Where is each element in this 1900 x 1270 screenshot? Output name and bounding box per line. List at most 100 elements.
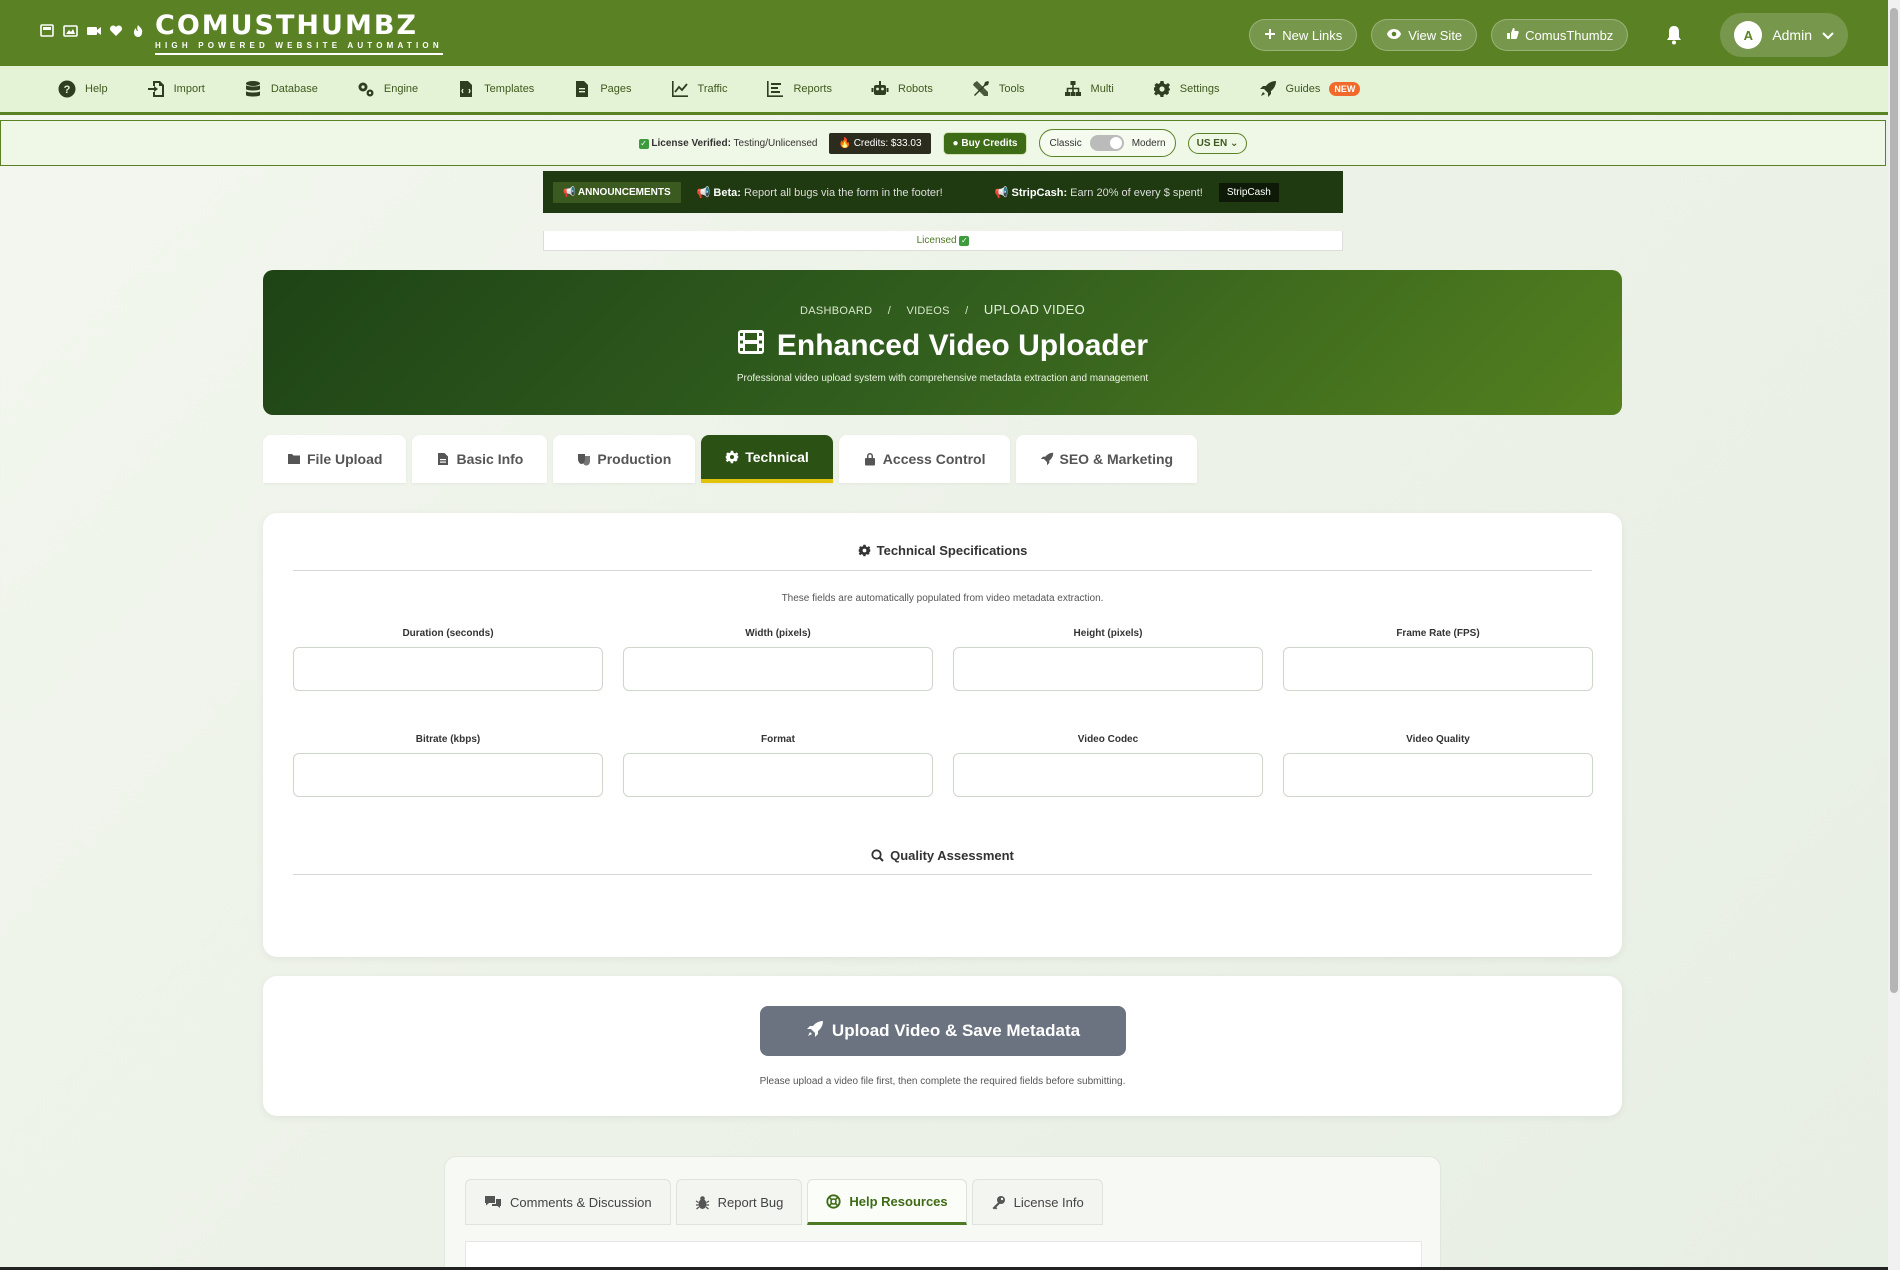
nav-item-guides[interactable]: Guides NEW: [1259, 80, 1361, 98]
eye-icon: [1386, 28, 1402, 43]
bitrate-field: Bitrate (kbps): [293, 734, 603, 797]
gears-icon: [358, 82, 374, 97]
width-field: Width (pixels): [623, 628, 933, 691]
frame-rate-input[interactable]: [1283, 647, 1593, 691]
breadcrumb-dashboard[interactable]: DASHBOARD: [800, 305, 872, 317]
width-input[interactable]: [623, 647, 933, 691]
nav-item-multi[interactable]: Multi: [1064, 80, 1114, 98]
admin-label: Admin: [1772, 27, 1812, 43]
nav-item-engine[interactable]: Engine: [357, 80, 418, 98]
nav-item-pages[interactable]: Pages: [573, 80, 632, 98]
tab-help-resources[interactable]: Help Resources: [807, 1179, 967, 1225]
format-input[interactable]: [623, 753, 933, 797]
layout-switch[interactable]: [1089, 135, 1124, 151]
megaphone-icon: 📢: [563, 186, 576, 198]
tab-label: Help Resources: [849, 1193, 948, 1209]
tab-label: Report Bug: [717, 1194, 784, 1210]
reports-icon: [767, 81, 784, 97]
admin-menu[interactable]: A Admin: [1720, 13, 1848, 57]
tab-access-control[interactable]: Access Control: [838, 435, 1010, 483]
nav-label-engine: Engine: [383, 83, 419, 95]
comusthumbz-button[interactable]: ComusThumbz: [1491, 19, 1629, 51]
tools-icon: [972, 81, 989, 96]
video-quality-input[interactable]: [1283, 753, 1593, 797]
chevron-down-icon: ⌄: [1229, 137, 1239, 149]
language-select[interactable]: US EN ⌄: [1187, 132, 1248, 154]
tab-basic-info[interactable]: Basic Info: [412, 435, 548, 483]
tab-label: Technical: [745, 449, 809, 465]
duration-input[interactable]: [293, 647, 603, 691]
beta-announcement: 📢 Beta: Report all bugs via the form in …: [697, 186, 943, 199]
bell-icon[interactable]: [1662, 23, 1686, 47]
nav-item-reports[interactable]: Reports: [766, 80, 832, 98]
coin-icon: 🔥: [838, 137, 851, 149]
license-status: ✓ License Verified: Testing/Unlicensed: [638, 137, 818, 149]
tab-report-bug[interactable]: Report Bug: [675, 1179, 803, 1225]
video-camera-icon: [86, 24, 101, 38]
heart-icon: [109, 24, 124, 38]
thumbs-up-icon: [1506, 27, 1519, 43]
height-field: Height (pixels): [953, 628, 1263, 691]
duration-field: Duration (seconds): [293, 628, 603, 691]
footer-tab-content: [465, 1241, 1422, 1270]
license-verified-label: License Verified:: [651, 137, 731, 149]
height-input[interactable]: [953, 647, 1263, 691]
nav-item-database[interactable]: Database: [244, 80, 318, 98]
nav-label-templates: Templates: [484, 83, 535, 95]
tab-license-info[interactable]: License Info: [971, 1179, 1103, 1225]
tab-technical[interactable]: Technical: [701, 435, 833, 483]
database-icon: [245, 81, 260, 97]
tab-comments[interactable]: Comments & Discussion: [465, 1179, 671, 1225]
breadcrumb-videos[interactable]: VIDEOS: [906, 305, 949, 317]
nav-item-tools[interactable]: Tools: [972, 80, 1025, 98]
page-title-text: Enhanced Video Uploader: [776, 329, 1149, 362]
license-verified-value: Testing/Unlicensed: [733, 137, 818, 149]
tab-label: File Upload: [307, 451, 383, 467]
technical-specs-title: Technical Specifications: [293, 543, 1592, 558]
view-site-button[interactable]: View Site: [1371, 19, 1478, 51]
new-links-button[interactable]: New Links: [1249, 19, 1358, 51]
film-icon: [737, 329, 765, 363]
nav-item-templates[interactable]: Templates: [457, 80, 534, 98]
search-icon: [871, 849, 884, 862]
nav-item-robots[interactable]: Robots: [871, 80, 933, 98]
gear-icon: [726, 450, 739, 464]
template-icon: [460, 81, 473, 97]
quality-assessment-title-text: Quality Assessment: [890, 848, 1014, 863]
upload-tabs: File Upload Basic Info Production Techni…: [263, 435, 1198, 483]
nav-item-traffic[interactable]: Traffic: [671, 80, 727, 98]
upload-video-label: Upload Video & Save Metadata: [831, 1021, 1081, 1040]
submit-note: Please upload a video file first, then c…: [759, 1076, 1126, 1087]
scrollbar-thumb[interactable]: [1890, 8, 1898, 993]
import-icon: [147, 81, 164, 97]
tab-seo-marketing[interactable]: SEO & Marketing: [1015, 435, 1198, 483]
tab-label: Comments & Discussion: [510, 1194, 652, 1210]
chevron-down-icon: [1822, 27, 1834, 43]
gear-icon: [858, 544, 870, 557]
brand-logo[interactable]: COMUSTHUMBZ HIGH POWERED WEBSITE AUTOMAT…: [155, 12, 443, 55]
fire-icon: [132, 24, 147, 38]
nav-item-import[interactable]: Import: [147, 80, 205, 98]
plus-icon: [1264, 28, 1276, 43]
tab-production[interactable]: Production: [553, 435, 696, 483]
nav-label-robots: Robots: [898, 83, 933, 95]
nav-item-settings[interactable]: Settings: [1153, 80, 1220, 98]
buy-credits-button[interactable]: ● Buy Credits: [942, 131, 1028, 155]
tab-file-upload[interactable]: File Upload: [263, 435, 407, 483]
frame-rate-field: Frame Rate (FPS): [1283, 628, 1593, 691]
video-codec-input[interactable]: [953, 753, 1263, 797]
nav-item-help[interactable]: ? Help: [58, 80, 108, 98]
key-icon: [992, 1195, 1005, 1209]
layout-toggle[interactable]: Classic Modern: [1039, 129, 1176, 157]
page-title: Enhanced Video Uploader: [263, 329, 1622, 363]
technical-specs-title-text: Technical Specifications: [876, 543, 1028, 558]
stripcash-button[interactable]: StripCash: [1218, 182, 1279, 202]
rocket-icon: [806, 1020, 824, 1043]
bitrate-input[interactable]: [293, 753, 603, 797]
page-scrollbar[interactable]: [1888, 0, 1900, 1270]
stripcash-label: StripCash:: [1011, 186, 1068, 199]
nav-label-tools: Tools: [998, 83, 1025, 95]
quality-assessment-title: Quality Assessment: [293, 848, 1592, 863]
page-subtitle: Professional video upload system with co…: [736, 373, 1149, 384]
upload-video-button[interactable]: Upload Video & Save Metadata: [760, 1006, 1126, 1056]
